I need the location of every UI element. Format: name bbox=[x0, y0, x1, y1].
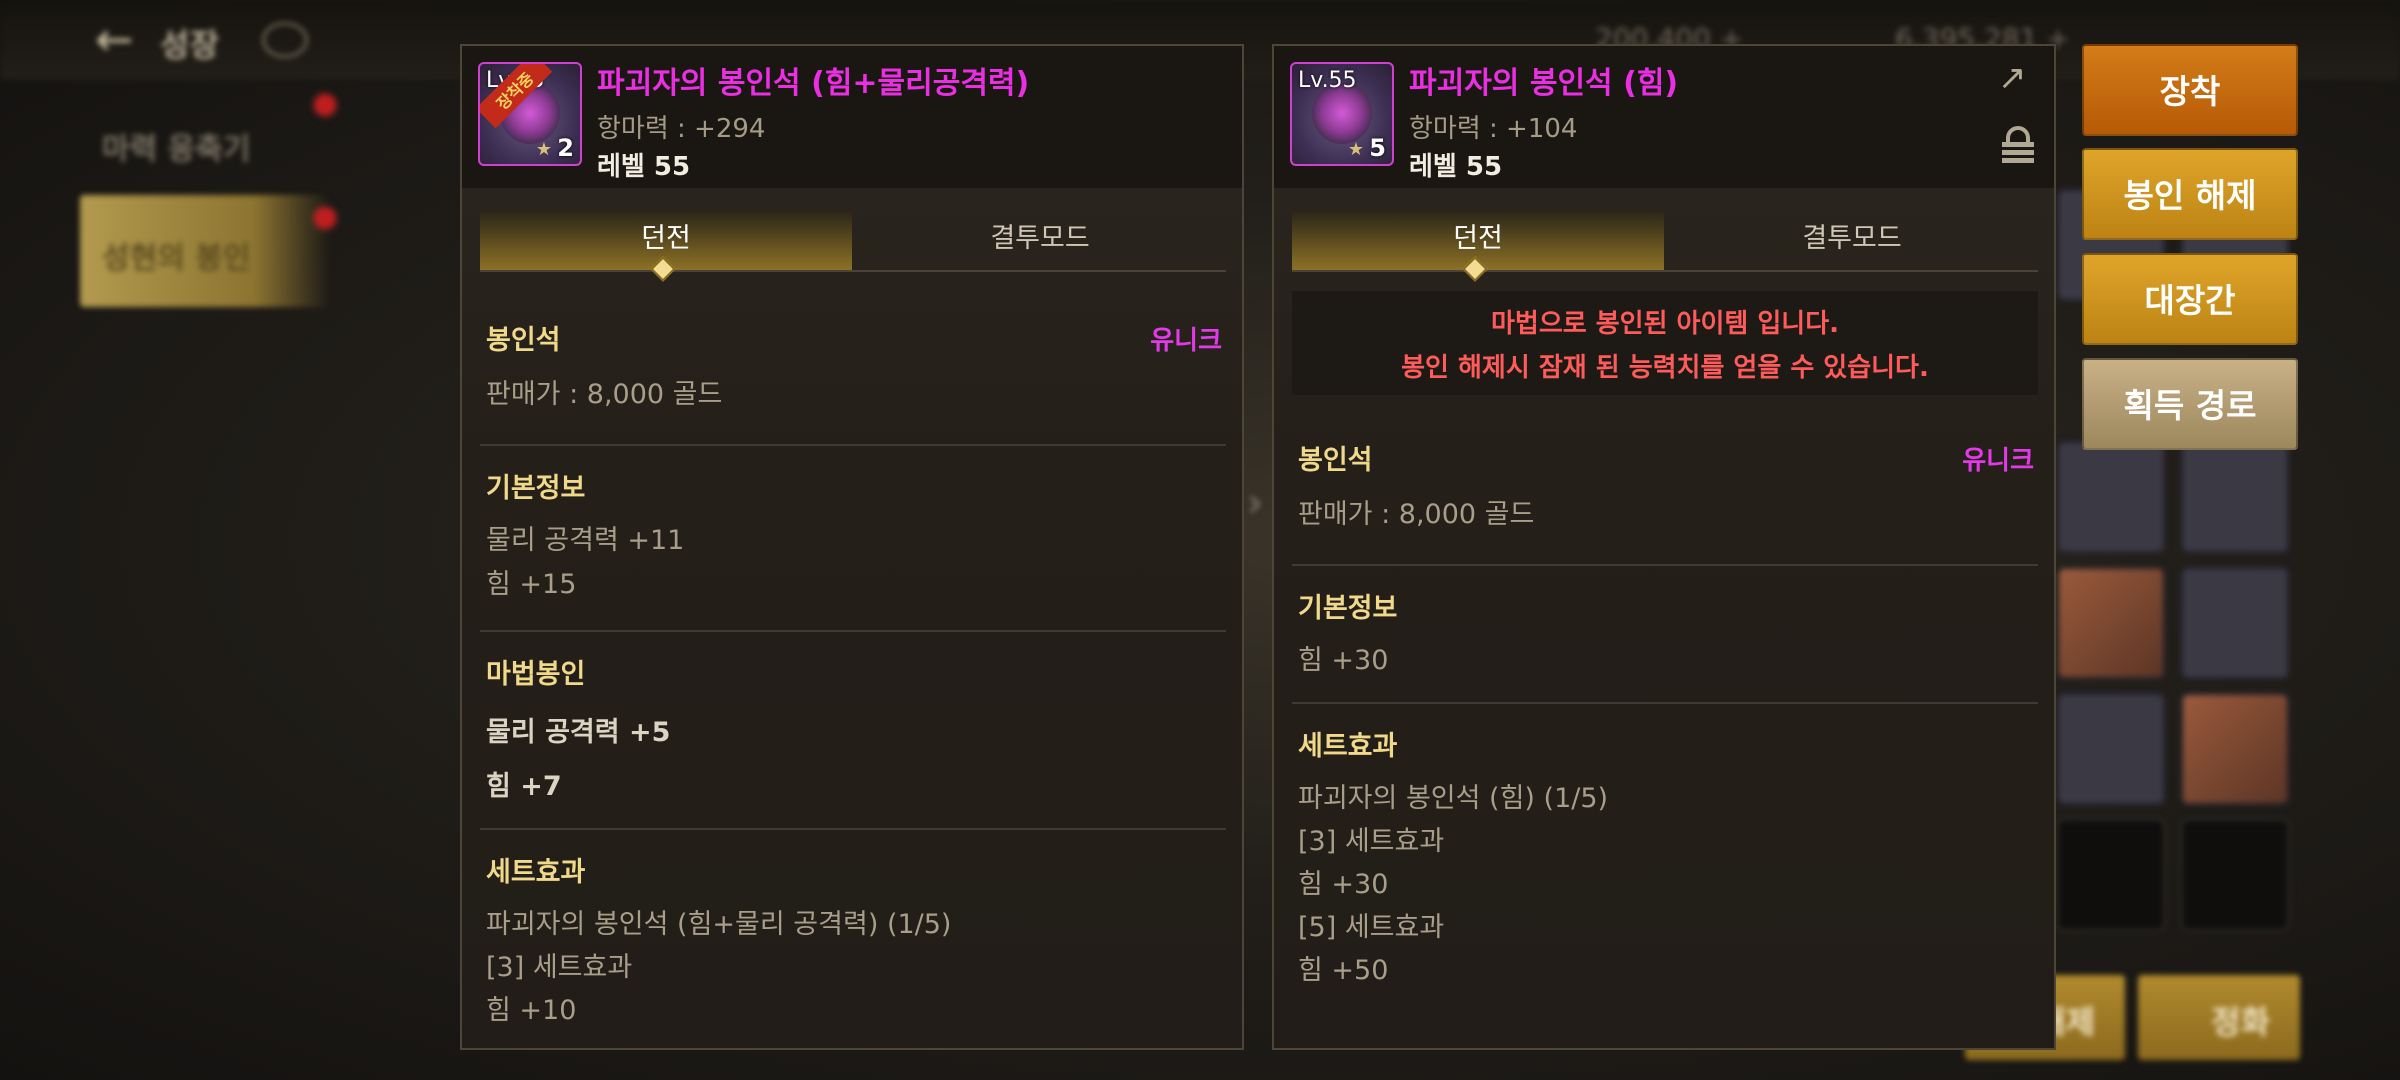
item-icon-frame: Lv.55 ★ 5 bbox=[1290, 62, 1394, 166]
item-detail-panel-equipped: Lv.55 장착중 ★ 2 파괴자의 봉인석 (힘+물리공격력) 항마력 : +… bbox=[460, 44, 1244, 1050]
divider bbox=[480, 828, 1226, 830]
sidebar-item-sage-seal[interactable]: 성현의 봉인 bbox=[80, 195, 330, 307]
mode-tabs: 던전 결투모드 bbox=[480, 210, 1226, 282]
back-arrow-icon[interactable]: ← bbox=[95, 14, 145, 64]
screen-title: 성장 bbox=[160, 26, 219, 64]
item-category: 봉인석 bbox=[1298, 445, 1373, 476]
acquire-route-button[interactable]: 획득 경로 bbox=[2082, 358, 2298, 450]
item-level: 레벨 55 bbox=[597, 152, 691, 182]
basic-stat: 힘 +30 bbox=[1298, 645, 1389, 676]
notification-dot bbox=[315, 208, 335, 228]
item-count: 5 bbox=[1369, 134, 1386, 162]
warning-line: 봉인 해제시 잠재 된 능력치를 얻을 수 있습니다. bbox=[1401, 353, 1929, 383]
item-level: 레벨 55 bbox=[1409, 152, 1503, 182]
purify-button-label: 정화 bbox=[2211, 1003, 2270, 1041]
set-line: 파괴자의 봉인석 (힘) (1/5) bbox=[1298, 783, 1609, 814]
magic-seal-title: 마법봉인 bbox=[486, 659, 586, 690]
unseal-button[interactable]: 봉인 해제 bbox=[2082, 148, 2298, 240]
set-line: 힘 +10 bbox=[486, 995, 577, 1026]
basic-stat: 힘 +15 bbox=[486, 569, 577, 600]
item-rarity: 유니크 bbox=[1150, 326, 1222, 356]
inventory-slot[interactable] bbox=[2056, 692, 2166, 806]
divider bbox=[480, 630, 1226, 632]
set-line: [3] 세트효과 bbox=[1298, 826, 1445, 857]
inventory-slot[interactable] bbox=[2056, 440, 2166, 554]
set-line: 힘 +30 bbox=[1298, 869, 1389, 900]
divider bbox=[480, 444, 1226, 446]
item-icon-frame: Lv.55 장착중 ★ 2 bbox=[478, 62, 582, 166]
item-name: 파괴자의 봉인석 (힘+물리공격력) bbox=[597, 66, 1030, 101]
blacksmith-button[interactable]: 대장간 bbox=[2082, 253, 2298, 345]
notification-dot bbox=[315, 95, 335, 115]
inventory-slot[interactable] bbox=[2056, 566, 2166, 680]
magic-stat: 힘 +7 bbox=[486, 771, 562, 802]
eye-icon[interactable] bbox=[262, 22, 308, 58]
sealed-warning: 마법으로 봉인된 아이템 입니다. 봉인 해제시 잠재 된 능력치를 얻을 수 … bbox=[1292, 291, 2038, 395]
purify-button-bg[interactable]: 정화 bbox=[2138, 975, 2300, 1060]
star-icon: ★ bbox=[1347, 139, 1364, 160]
item-category: 봉인석 bbox=[486, 325, 561, 356]
item-rarity: 유니크 bbox=[1962, 446, 2034, 476]
item-resist: 항마력 : +104 bbox=[1409, 114, 1578, 144]
divider bbox=[1292, 702, 2038, 704]
inventory-slot[interactable] bbox=[2180, 440, 2290, 554]
set-line: [3] 세트효과 bbox=[486, 952, 633, 983]
lock-icon[interactable] bbox=[2002, 126, 2034, 166]
set-line: 파괴자의 봉인석 (힘+물리 공격력) (1/5) bbox=[486, 909, 952, 940]
item-header: Lv.55 ★ 5 파괴자의 봉인석 (힘) 항마력 : +104 레벨 55 … bbox=[1274, 46, 2054, 188]
tab-pvp[interactable]: 결투모드 bbox=[1666, 210, 2038, 270]
share-icon[interactable]: ↗ bbox=[1998, 58, 2036, 98]
item-header: Lv.55 장착중 ★ 2 파괴자의 봉인석 (힘+물리공격력) 항마력 : +… bbox=[462, 46, 1242, 188]
equip-button[interactable]: 장착 bbox=[2082, 44, 2298, 136]
star-icon: ★ bbox=[535, 139, 552, 160]
tab-pvp[interactable]: 결투모드 bbox=[854, 210, 1226, 270]
sidebar-item-label: 성현의 봉인 bbox=[102, 241, 251, 276]
item-level-badge: Lv.55 bbox=[1298, 68, 1357, 93]
inventory-slot-empty[interactable] bbox=[2056, 818, 2166, 932]
set-effect-title: 세트효과 bbox=[1298, 731, 1398, 762]
warning-line: 마법으로 봉인된 아이템 입니다. bbox=[1491, 309, 1839, 339]
sidebar-item-label: 마력 응축기 bbox=[102, 132, 251, 167]
magic-stat: 물리 공격력 +5 bbox=[486, 717, 671, 748]
chevron-right-icon: › bbox=[1247, 480, 1263, 526]
divider bbox=[1292, 564, 2038, 566]
set-effect-title: 세트효과 bbox=[486, 857, 586, 888]
item-count: 2 bbox=[557, 134, 574, 162]
basic-info-title: 기본정보 bbox=[486, 473, 586, 504]
basic-stat: 물리 공격력 +11 bbox=[486, 525, 685, 556]
set-line: 힘 +50 bbox=[1298, 955, 1389, 986]
item-resist: 항마력 : +294 bbox=[597, 114, 766, 144]
inventory-slot[interactable] bbox=[2180, 692, 2290, 806]
inventory-slot-empty[interactable] bbox=[2180, 818, 2290, 932]
sell-price: 판매가 : 8,000 골드 bbox=[1298, 499, 1535, 530]
sell-price: 판매가 : 8,000 골드 bbox=[486, 379, 723, 410]
set-line: [5] 세트효과 bbox=[1298, 912, 1445, 943]
mode-tabs: 던전 결투모드 bbox=[1292, 210, 2038, 282]
item-name: 파괴자의 봉인석 (힘) bbox=[1409, 66, 1679, 101]
basic-info-title: 기본정보 bbox=[1298, 593, 1398, 624]
inventory-slot[interactable] bbox=[2180, 566, 2290, 680]
sidebar-item-mana-condenser[interactable]: 마력 응축기 bbox=[80, 90, 330, 190]
item-detail-panel-selected: Lv.55 ★ 5 파괴자의 봉인석 (힘) 항마력 : +104 레벨 55 … bbox=[1272, 44, 2056, 1050]
